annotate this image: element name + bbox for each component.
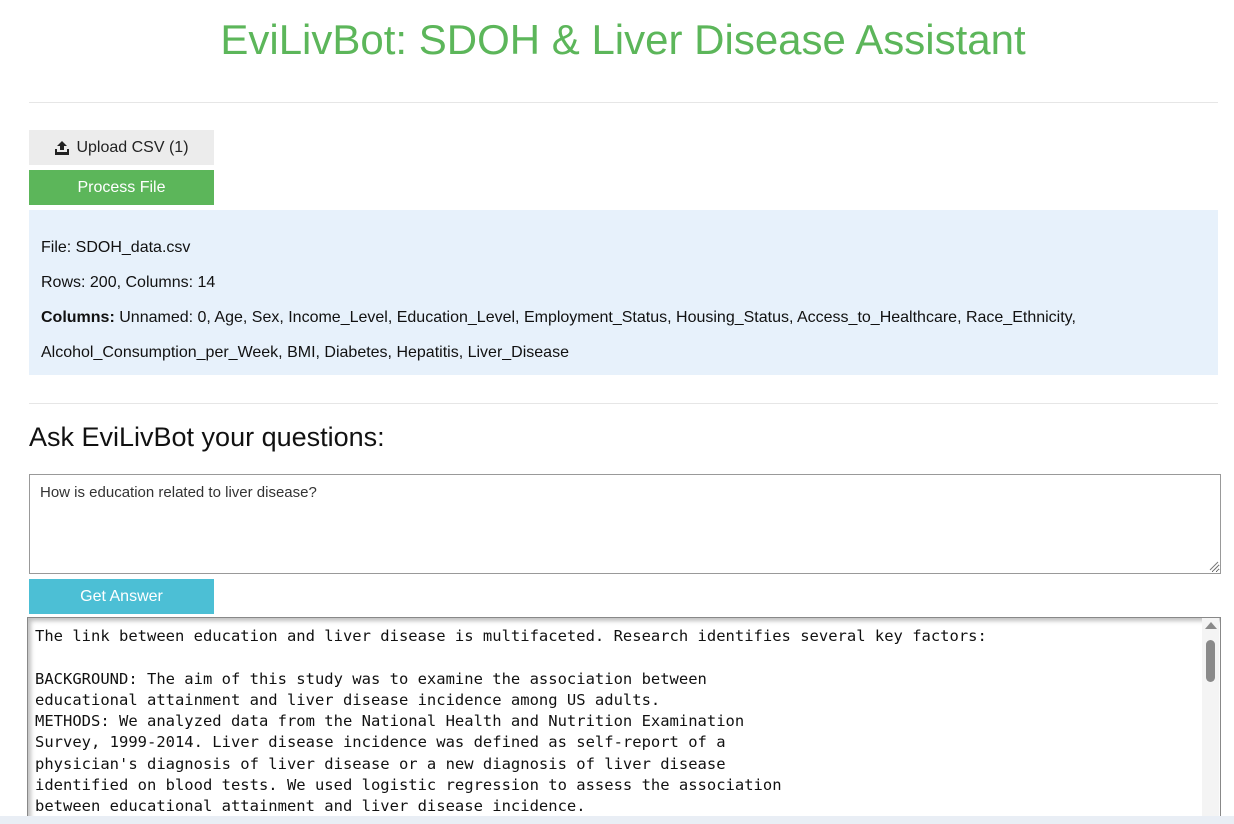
- resize-grip-icon[interactable]: [1208, 560, 1219, 571]
- upload-icon: [55, 140, 70, 155]
- columns-label: Columns:: [41, 309, 115, 326]
- scroll-up-icon[interactable]: [1205, 622, 1217, 629]
- process-file-button[interactable]: Process File: [29, 170, 214, 205]
- answer-output[interactable]: The link between education and liver dis…: [27, 617, 1221, 824]
- file-name-text: File: SDOH_data.csv: [41, 239, 191, 256]
- columns-list: Columns: Unnamed: 0, Age, Sex, Income_Le…: [41, 300, 1206, 335]
- question-input[interactable]: How is education related to liver diseas…: [29, 474, 1221, 574]
- upload-csv-button[interactable]: Upload CSV (1): [29, 130, 214, 165]
- upload-csv-label: Upload CSV (1): [76, 138, 189, 156]
- ask-heading: Ask EviLivBot your questions:: [29, 422, 385, 452]
- section-divider: [29, 403, 1218, 404]
- top-divider: [29, 102, 1218, 103]
- scroll-thumb[interactable]: [1206, 640, 1215, 682]
- file-info-panel: File: SDOH_data.csv Rows: 200, Columns: …: [29, 210, 1218, 375]
- bottom-edge: [0, 816, 1234, 824]
- get-answer-button[interactable]: Get Answer: [29, 579, 214, 614]
- rows-columns-text: Rows: 200, Columns: 14: [41, 274, 216, 291]
- page-title: EviLivBot: SDOH & Liver Disease Assistan…: [220, 16, 1026, 63]
- app-page: EviLivBot: SDOH & Liver Disease Assistan…: [0, 0, 1234, 824]
- columns-value: Unnamed: 0, Age, Sex, Income_Level, Educ…: [119, 309, 1076, 326]
- answer-text: The link between education and liver dis…: [35, 627, 987, 816]
- columns-value-continued: Alcohol_Consumption_per_Week, BMI, Diabe…: [41, 344, 569, 361]
- answer-scrollbar[interactable]: [1202, 618, 1219, 824]
